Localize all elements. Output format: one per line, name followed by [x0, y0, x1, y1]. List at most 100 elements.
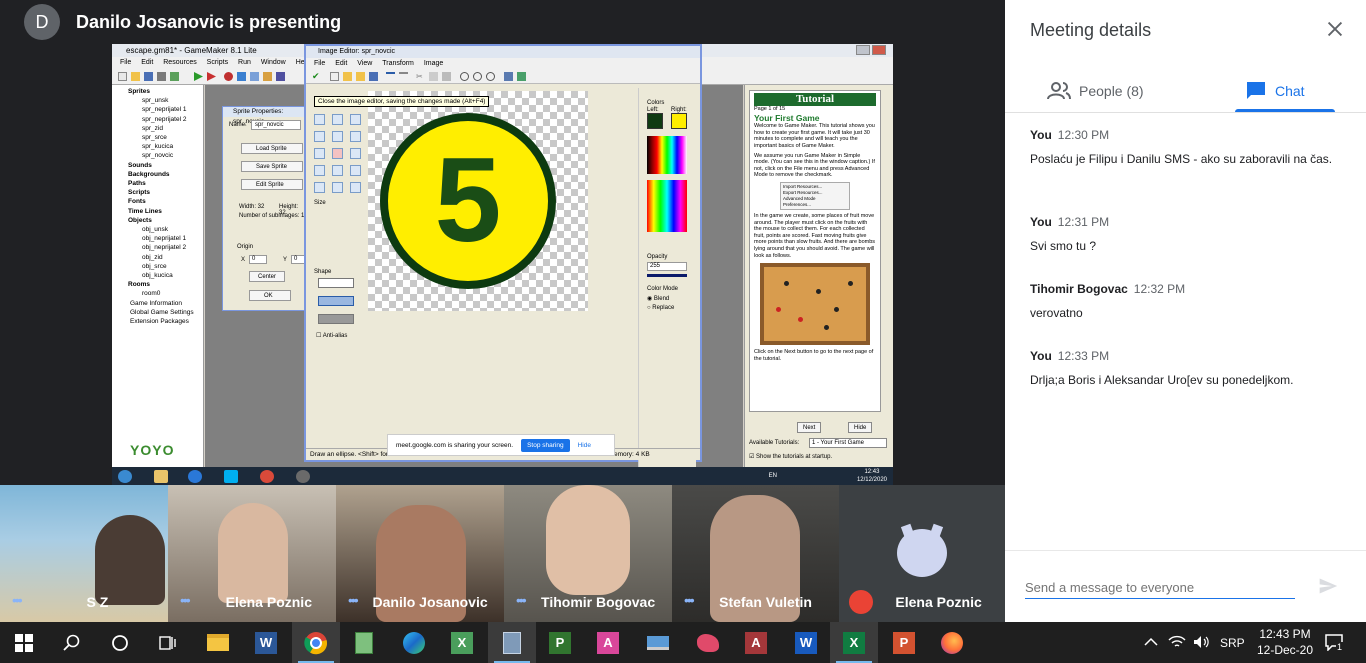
right-color-swatch[interactable]: [671, 113, 687, 129]
spray-tool-icon[interactable]: [332, 114, 343, 125]
edge-icon[interactable]: [390, 622, 438, 663]
zoom-out-icon[interactable]: [460, 72, 469, 81]
tree-item[interactable]: spr_neprijatel 2: [118, 115, 203, 124]
show-hidden-icons-icon[interactable]: [1144, 636, 1158, 648]
tree-item[interactable]: spr_kucica: [118, 142, 203, 151]
color-picker-tool-icon[interactable]: [314, 131, 325, 142]
checkmark-icon[interactable]: ✔: [312, 72, 321, 81]
tree-item[interactable]: Paths: [118, 179, 203, 188]
tree-item[interactable]: spr_srce: [118, 133, 203, 142]
save-image-icon[interactable]: [369, 72, 378, 81]
pencil-tool-icon[interactable]: [314, 114, 325, 125]
network-icon[interactable]: [1168, 634, 1186, 650]
center-button[interactable]: Center: [249, 271, 285, 282]
opacity-slider[interactable]: [647, 274, 687, 277]
select-spray-tool-icon[interactable]: [350, 165, 361, 176]
clock[interactable]: 12:43 PM 12-Dec-20: [1250, 626, 1320, 658]
fill-tool-icon[interactable]: [332, 182, 343, 193]
participant-tile[interactable]: ••• Elena Poznic: [168, 485, 336, 622]
ie-menu-file[interactable]: File: [314, 60, 325, 67]
rectangle-tool-icon[interactable]: [314, 148, 325, 159]
notepad-icon[interactable]: [340, 622, 388, 663]
tab-people[interactable]: People (8): [1047, 70, 1144, 112]
ellipse-tool-icon[interactable]: [332, 148, 343, 159]
access-icon[interactable]: A: [584, 622, 632, 663]
close-icon[interactable]: [1324, 18, 1346, 40]
sprite-name-input[interactable]: spr_novcic: [251, 120, 301, 130]
excel-icon[interactable]: X: [438, 622, 486, 663]
input-language[interactable]: SRP: [1220, 636, 1245, 650]
text-tool-icon[interactable]: [314, 182, 325, 193]
opacity-input[interactable]: 255: [647, 262, 687, 271]
tree-item[interactable]: room0: [118, 289, 203, 298]
participant-tile[interactable]: Elena Poznic: [839, 485, 1005, 622]
participant-tile[interactable]: ••• Stefan Vuletin: [672, 485, 839, 622]
polygon-tool-icon[interactable]: [350, 131, 361, 142]
search-icon[interactable]: [48, 622, 96, 663]
select-region-tool-icon[interactable]: [314, 165, 325, 176]
chrome-icon[interactable]: [292, 622, 340, 663]
file-explorer-icon[interactable]: [194, 622, 242, 663]
edit-sprite-button[interactable]: Edit Sprite: [241, 179, 303, 190]
undo-icon[interactable]: [386, 72, 395, 81]
participant-tile[interactable]: ••• Danilo Josanovic: [336, 485, 504, 622]
blend-radio[interactable]: ◉ Blend: [647, 295, 669, 302]
word2-icon[interactable]: W: [782, 622, 830, 663]
project-icon[interactable]: P: [536, 622, 584, 663]
line-tool-icon[interactable]: [332, 131, 343, 142]
tree-item[interactable]: Rooms: [118, 280, 203, 289]
task-view-icon[interactable]: [144, 622, 192, 663]
left-color-swatch[interactable]: [647, 113, 663, 129]
tree-item[interactable]: Scripts: [118, 188, 203, 197]
shape-outline-option[interactable]: [318, 278, 354, 288]
start-icon[interactable]: [0, 622, 48, 663]
laptop-icon[interactable]: [634, 622, 682, 663]
tree-item[interactable]: spr_unsk: [118, 96, 203, 105]
tutorial-hide-button[interactable]: Hide: [848, 422, 873, 433]
sprite-canvas[interactable]: 5: [368, 91, 588, 311]
zoom-reset-icon[interactable]: [473, 72, 482, 81]
tree-item[interactable]: Time Lines: [118, 207, 203, 216]
hide-share-bar-link[interactable]: Hide: [578, 442, 591, 449]
word-icon[interactable]: W: [242, 622, 290, 663]
participant-tile[interactable]: ••• Tihomir Bogovac: [504, 485, 672, 622]
ie-menu-edit[interactable]: Edit: [335, 60, 347, 67]
change-color-tool-icon[interactable]: [350, 182, 361, 193]
grid-icon[interactable]: [504, 72, 513, 81]
powerpoint-icon[interactable]: P: [880, 622, 928, 663]
show-tutorials-checkbox[interactable]: ☑ Show the tutorials at startup.: [749, 453, 832, 460]
zoom-in-icon[interactable]: [486, 72, 495, 81]
eraser-tool-icon[interactable]: [350, 114, 361, 125]
tree-item[interactable]: Fonts: [118, 197, 203, 206]
paint-icon[interactable]: [684, 622, 732, 663]
open-image-icon[interactable]: [343, 72, 352, 81]
tree-item[interactable]: obj_neprijatel 1: [118, 234, 203, 243]
origin-x-input[interactable]: 0: [249, 255, 267, 264]
preview-icon[interactable]: [517, 72, 526, 81]
cut-icon[interactable]: ✂: [416, 72, 425, 81]
palette-grid[interactable]: [647, 136, 687, 174]
participant-tile[interactable]: ••• S Z: [0, 485, 168, 622]
shape-filled-outline-option[interactable]: [318, 296, 354, 306]
volume-icon[interactable]: [1192, 634, 1210, 650]
tree-item[interactable]: obj_zid: [118, 253, 203, 262]
resource-tree[interactable]: Sprites spr_unsk spr_neprijatel 1 spr_nepri…: [112, 85, 204, 467]
origin-y-input[interactable]: 0: [291, 255, 305, 264]
tree-item[interactable]: Global Game Settings: [118, 308, 203, 317]
tree-item[interactable]: obj_kucica: [118, 271, 203, 280]
ok-button[interactable]: OK: [249, 290, 291, 301]
tree-item[interactable]: obj_neprijatel 2: [118, 243, 203, 252]
tree-item[interactable]: spr_novcic: [118, 151, 203, 160]
access2-icon[interactable]: A: [732, 622, 780, 663]
tree-item[interactable]: spr_zid: [118, 124, 203, 133]
open-folder-icon[interactable]: [356, 72, 365, 81]
stop-sharing-button[interactable]: Stop sharing: [521, 438, 570, 452]
firefox-icon[interactable]: [928, 622, 976, 663]
paste-icon[interactable]: [442, 72, 451, 81]
calculator-icon[interactable]: [488, 622, 536, 663]
tree-item[interactable]: Extension Packages: [118, 317, 203, 326]
send-icon[interactable]: [1318, 576, 1338, 596]
tree-item[interactable]: obj_unsk: [118, 225, 203, 234]
tutorial-select[interactable]: 1 - Your First Game: [809, 438, 887, 448]
ie-menu-transform[interactable]: Transform: [382, 60, 414, 67]
